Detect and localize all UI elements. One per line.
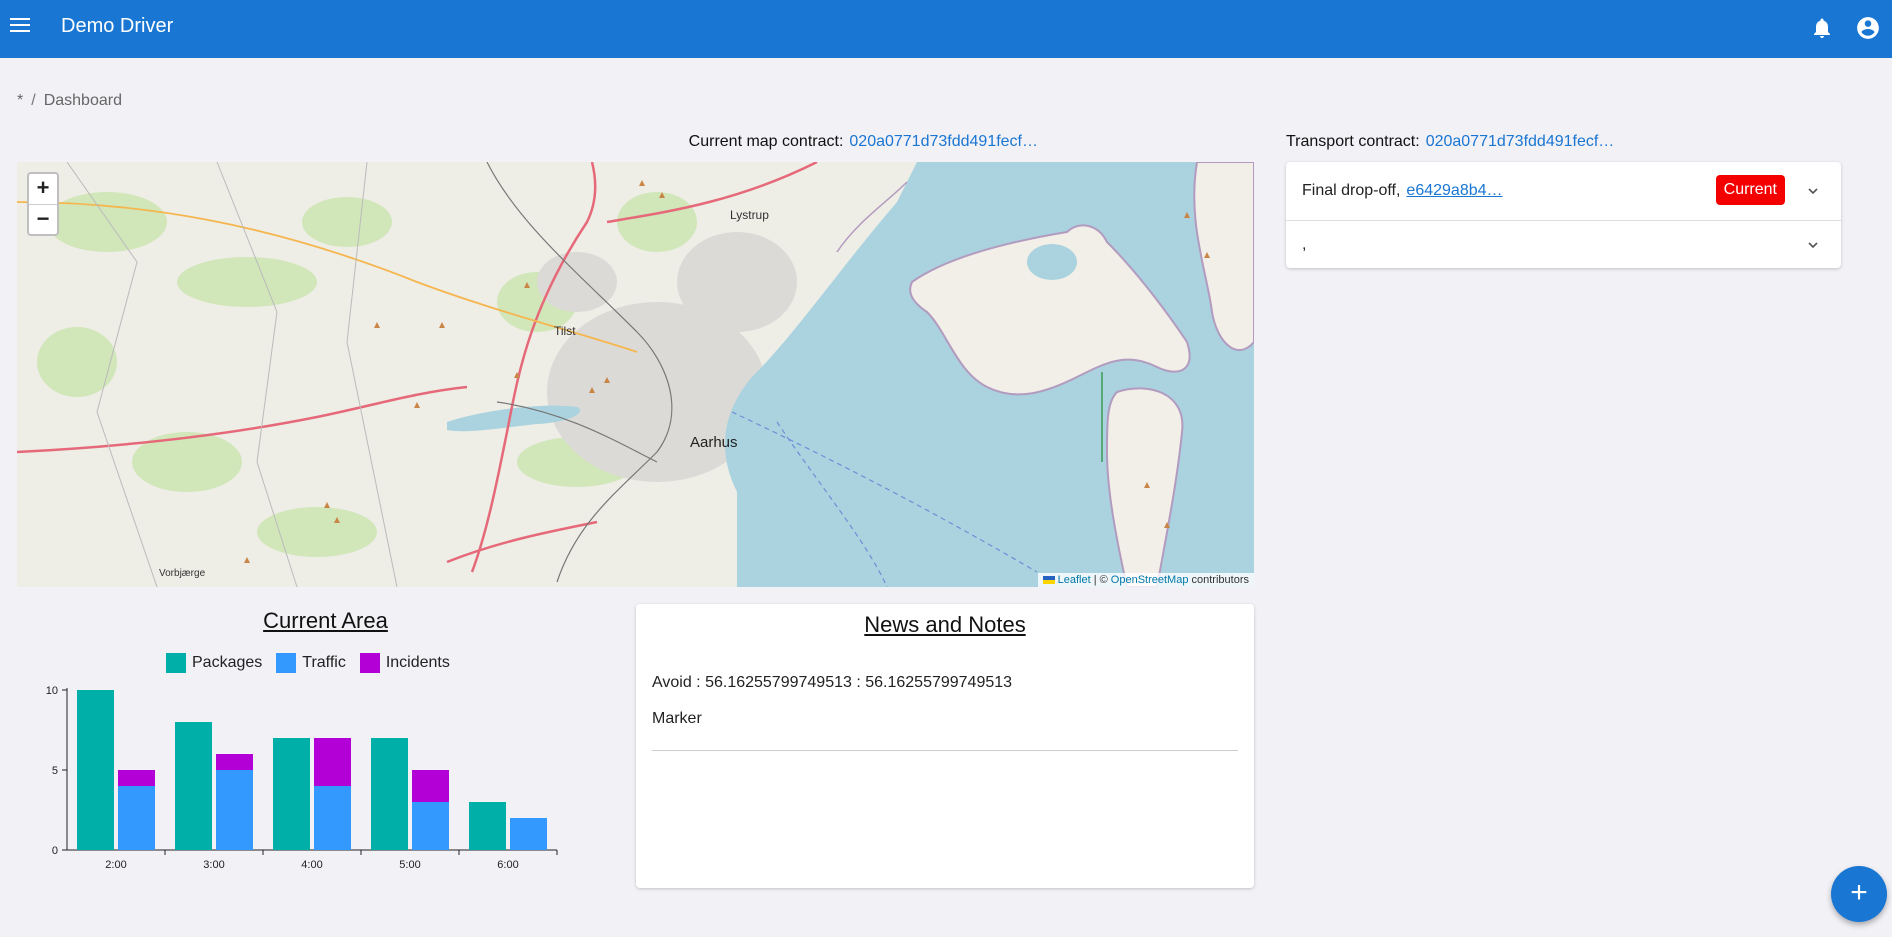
- zoom-control: + −: [27, 172, 59, 236]
- transport-id-link[interactable]: e6429a8b4…: [1406, 182, 1502, 200]
- app-title: Demo Driver: [61, 15, 174, 37]
- y-tick-label: 5: [52, 765, 58, 777]
- chevron-down-icon[interactable]: [1805, 237, 1821, 253]
- bar-traffic: [510, 818, 547, 850]
- x-tick-label: 4:00: [301, 859, 322, 871]
- bar-incidents: [412, 770, 449, 802]
- status-badge: Current: [1715, 175, 1785, 205]
- bell-icon[interactable]: [1810, 16, 1834, 40]
- map[interactable]: Lystrup Tilst Vorbjærge Aarhus + − Leafl…: [17, 162, 1254, 587]
- app-bar: Demo Driver: [0, 0, 1892, 58]
- leaflet-link[interactable]: Leaflet: [1058, 574, 1091, 586]
- legend-item[interactable]: Traffic: [276, 653, 346, 673]
- attribution-suffix: contributors: [1191, 574, 1249, 586]
- legend-label: Traffic: [302, 654, 346, 671]
- bar-packages: [371, 738, 408, 850]
- breadcrumb-current: Dashboard: [43, 92, 122, 109]
- transport-label: Final drop-off,: [1302, 182, 1401, 199]
- map-attribution: Leaflet | © OpenStreetMap contributors: [1037, 573, 1254, 587]
- bar-chart: 0 5 10 2:00 3:00 4:00 5:00 6:00: [46, 685, 558, 871]
- chart-title: Current Area: [263, 608, 388, 633]
- bar-incidents: [216, 754, 253, 770]
- legend-label: Packages: [192, 654, 263, 671]
- y-tick-label: 10: [46, 685, 58, 697]
- breadcrumb: * / Dashboard: [17, 92, 122, 110]
- bar-packages: [469, 802, 506, 850]
- transport-list: Final drop-off, e6429a8b4… Current ,: [1286, 162, 1841, 268]
- osm-link[interactable]: OpenStreetMap: [1111, 574, 1189, 586]
- chart-legend: Packages Traffic Incidents: [166, 653, 450, 673]
- map-contract-link[interactable]: 020a0771d73fdd491fecf…: [849, 133, 1038, 150]
- map-place-label: Vorbjærge: [159, 568, 206, 579]
- map-contract-label: Current map contract:: [688, 133, 844, 150]
- legend-swatch: [276, 653, 297, 673]
- bar-traffic: [216, 770, 253, 850]
- bar-incidents: [118, 770, 155, 786]
- transport-item[interactable]: ,: [1286, 220, 1841, 268]
- map-contract: Current map contract: 020a0771d73fdd491fe…: [689, 133, 1038, 151]
- news-item[interactable]: Avoid : 56.16255799749513 : 56.162557997…: [652, 674, 1238, 751]
- news-item-sub: Marker: [652, 710, 702, 727]
- news-title: News and Notes: [864, 612, 1026, 637]
- bar-traffic: [314, 786, 351, 850]
- map-place-label: Lystrup: [730, 208, 769, 222]
- bar-traffic: [412, 802, 449, 850]
- flag-icon: [1042, 576, 1055, 585]
- transport-contract-link[interactable]: 020a0771d73fdd491fecf…: [1426, 133, 1615, 150]
- map-tiles[interactable]: [17, 162, 1254, 587]
- transport-item[interactable]: Final drop-off, e6429a8b4… Current: [1286, 162, 1841, 220]
- zoom-out-button[interactable]: −: [29, 204, 57, 234]
- news-item-text: Avoid : 56.16255799749513 : 56.162557997…: [652, 674, 1013, 691]
- transport-label: ,: [1302, 235, 1307, 253]
- bar-incidents: [314, 738, 351, 786]
- chevron-down-icon[interactable]: [1805, 183, 1821, 199]
- news-panel: News and Notes Avoid : 56.16255799749513…: [636, 604, 1254, 888]
- bar-packages: [175, 722, 212, 850]
- transport-contract-label: Transport contract:: [1286, 133, 1420, 150]
- legend-item[interactable]: Incidents: [359, 653, 450, 673]
- map-place-label: Tilst: [554, 324, 576, 338]
- attribution-separator: | ©: [1093, 574, 1108, 586]
- bar-packages: [77, 690, 114, 850]
- legend-swatch: [359, 653, 380, 673]
- x-tick-label: 6:00: [497, 859, 518, 871]
- bar-packages: [273, 738, 310, 850]
- account-circle-icon[interactable]: [1855, 15, 1881, 41]
- menu-icon[interactable]: [10, 14, 32, 36]
- y-tick-label: 0: [52, 845, 58, 857]
- map-city-label: Aarhus: [690, 434, 738, 451]
- x-tick-label: 5:00: [399, 859, 420, 871]
- breadcrumb-root[interactable]: *: [17, 92, 23, 110]
- bar-traffic: [118, 786, 155, 850]
- legend-item[interactable]: Packages: [166, 653, 262, 673]
- zoom-in-button[interactable]: +: [29, 174, 57, 204]
- breadcrumb-separator: /: [31, 92, 36, 109]
- legend-swatch: [166, 653, 186, 673]
- transport-contract: Transport contract: 020a0771d73fdd491fecf…: [1286, 133, 1614, 151]
- x-tick-label: 3:00: [203, 859, 224, 871]
- legend-label: Incidents: [385, 654, 450, 671]
- x-tick-label: 2:00: [105, 859, 126, 871]
- add-button[interactable]: +: [1831, 866, 1887, 922]
